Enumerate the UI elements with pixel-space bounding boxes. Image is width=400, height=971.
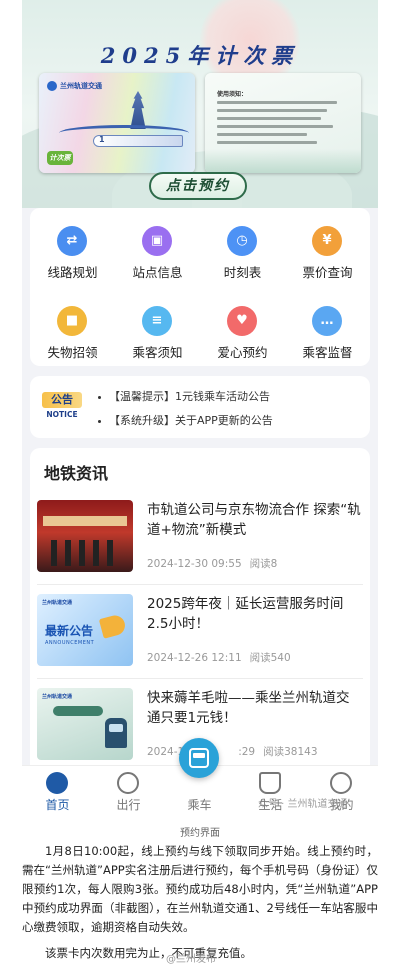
travel-icon xyxy=(117,772,139,794)
notice-badge-title: 公告 xyxy=(42,392,82,408)
divider xyxy=(37,678,363,679)
func-timetable[interactable]: ◷ 时刻表 xyxy=(200,212,285,282)
card-rule-line xyxy=(217,141,317,144)
news-title: 2025跨年夜｜延长运营服务时间2.5小时！ xyxy=(147,596,344,632)
reserve-button[interactable]: 点击预约 xyxy=(149,172,247,200)
watermark: 众号 · 兰州轨道交通 xyxy=(258,799,348,810)
func-label: 站点信息 xyxy=(132,265,183,280)
card-tag: 计次票 xyxy=(47,151,73,165)
func-station-info[interactable]: ▣ 站点信息 xyxy=(115,212,200,282)
notice-icon: ≡ xyxy=(142,306,172,336)
news-reads: 阅读540 xyxy=(249,652,291,664)
news-title: 快来薅羊毛啦——乘坐兰州轨道交通只要1元钱！ xyxy=(147,690,350,726)
footer-watermark: @兰州发布 xyxy=(166,954,216,965)
func-love-reservation[interactable]: ♥ 爱心预约 xyxy=(200,292,285,362)
func-label: 爱心预约 xyxy=(217,345,268,360)
divider xyxy=(37,584,363,585)
megaphone-icon xyxy=(98,613,128,639)
card-rule-line xyxy=(217,117,321,120)
station-icon: ▣ xyxy=(142,226,172,256)
quick-functions-grid: ⇄ 线路规划 ▣ 站点信息 ◷ 时刻表 ¥ 票价查询 ■ 失物招领 ≡ 乘客须知… xyxy=(30,208,370,366)
card-number: 1 xyxy=(99,135,105,144)
ticket-card-front: 兰州轨道交通 1 计次票 xyxy=(39,73,195,173)
app-screen: 2025年计次票 兰州轨道交通 1 计次票 使用须知： 点击预约 ⇄ 线路规划 xyxy=(22,0,378,816)
news-meta: 2024-12-26 12:11 阅读540 xyxy=(147,650,299,665)
news-meta: 2024-1:29 阅读38143 xyxy=(147,744,326,759)
news-title: 市轨道公司与京东物流合作 探索“轨道+物流”新模式 xyxy=(147,502,361,538)
func-label: 失物招领 xyxy=(47,345,98,360)
train-illustration xyxy=(93,135,183,147)
news-thumbnail: 兰州轨道交通 xyxy=(37,688,133,760)
card-rule-line xyxy=(217,101,337,104)
news-section-title: 地铁资讯 xyxy=(44,464,109,483)
card-rule-line xyxy=(217,109,327,112)
func-passenger-supervision[interactable]: … 乘客监督 xyxy=(285,292,370,362)
news-item[interactable]: 兰州轨道交通 最新公告 ANNOUNCEMENT 2025跨年夜｜延长运营服务时… xyxy=(37,594,363,680)
notice-board: 公告 NOTICE 【温馨提示】1元钱乘车活动公告 【系统升级】关于APP更新的… xyxy=(30,376,370,438)
func-route-planning[interactable]: ⇄ 线路规划 xyxy=(30,212,115,282)
func-passenger-notice[interactable]: ≡ 乘客须知 xyxy=(115,292,200,362)
article-paragraph: 1月8日10:00起，线上预约与线下领取同步开始。线上预约时，需在“兰州轨道”A… xyxy=(22,844,378,934)
feedback-icon: … xyxy=(312,306,342,336)
notice-item[interactable]: 【系统升级】关于APP更新的公告 xyxy=(98,412,368,428)
life-icon xyxy=(259,772,281,794)
tab-label: 出行 xyxy=(116,798,141,812)
func-lost-found[interactable]: ■ 失物招领 xyxy=(30,292,115,362)
clock-icon: ◷ xyxy=(227,226,257,256)
tab-label: 乘车 xyxy=(187,798,212,812)
news-item[interactable]: 市轨道公司与京东物流合作 探索“轨道+物流”新模式 2024-12-30 09:… xyxy=(37,500,363,586)
ride-code-button[interactable] xyxy=(179,738,219,778)
banner-title: 2025年计次票 xyxy=(100,43,300,68)
ticket-banner[interactable]: 2025年计次票 兰州轨道交通 1 计次票 使用须知： 点击预约 xyxy=(22,0,378,208)
ticket-card-back: 使用须知： xyxy=(205,73,361,173)
heart-icon: ♥ xyxy=(227,306,257,336)
route-icon: ⇄ xyxy=(57,226,87,256)
ticket-icon: ¥ xyxy=(312,226,342,256)
profile-icon xyxy=(330,772,352,794)
news-date: 2024-12-30 09:55 xyxy=(147,558,242,570)
metro-train-icon xyxy=(189,748,209,768)
card-rules-title: 使用须知： xyxy=(217,91,248,98)
news-reads: 阅读38143 xyxy=(263,746,318,758)
news-date: 2024-12-26 12:11 xyxy=(147,652,242,664)
news-time: :29 xyxy=(238,746,256,758)
article-body: 1月8日10:00起，线上预约与线下领取同步开始。线上预约时，需在“兰州轨道”A… xyxy=(22,842,378,963)
func-label: 乘客监督 xyxy=(302,345,353,360)
card-rule-line xyxy=(217,125,333,128)
train-icon xyxy=(105,718,127,748)
func-label: 线路规划 xyxy=(47,265,98,280)
tab-travel[interactable]: 出行 xyxy=(93,766,164,816)
notice-badge-sub: NOTICE xyxy=(46,410,78,419)
image-caption: 预约界面 xyxy=(180,828,220,839)
tab-home[interactable]: 首页 xyxy=(22,766,93,816)
card-rule-line xyxy=(217,133,307,136)
card-mountains xyxy=(205,149,361,173)
lost-found-icon: ■ xyxy=(57,306,87,336)
news-meta: 2024-12-30 09:55 阅读8 xyxy=(147,556,285,571)
news-thumbnail: 兰州轨道交通 最新公告 ANNOUNCEMENT xyxy=(37,594,133,666)
metro-logo: 兰州轨道交通 xyxy=(47,81,102,91)
pagoda-illustration xyxy=(130,91,146,129)
func-label: 时刻表 xyxy=(223,265,262,280)
func-fare-query[interactable]: ¥ 票价查询 xyxy=(285,212,370,282)
func-label: 票价查询 xyxy=(302,265,353,280)
tab-label: 首页 xyxy=(45,798,70,812)
notice-badge: 公告 NOTICE xyxy=(42,386,82,426)
notice-item[interactable]: 【温馨提示】1元钱乘车活动公告 xyxy=(98,388,368,404)
func-label: 乘客须知 xyxy=(132,345,183,360)
home-icon xyxy=(46,772,68,794)
news-thumbnail xyxy=(37,500,133,572)
news-reads: 阅读8 xyxy=(249,558,278,570)
